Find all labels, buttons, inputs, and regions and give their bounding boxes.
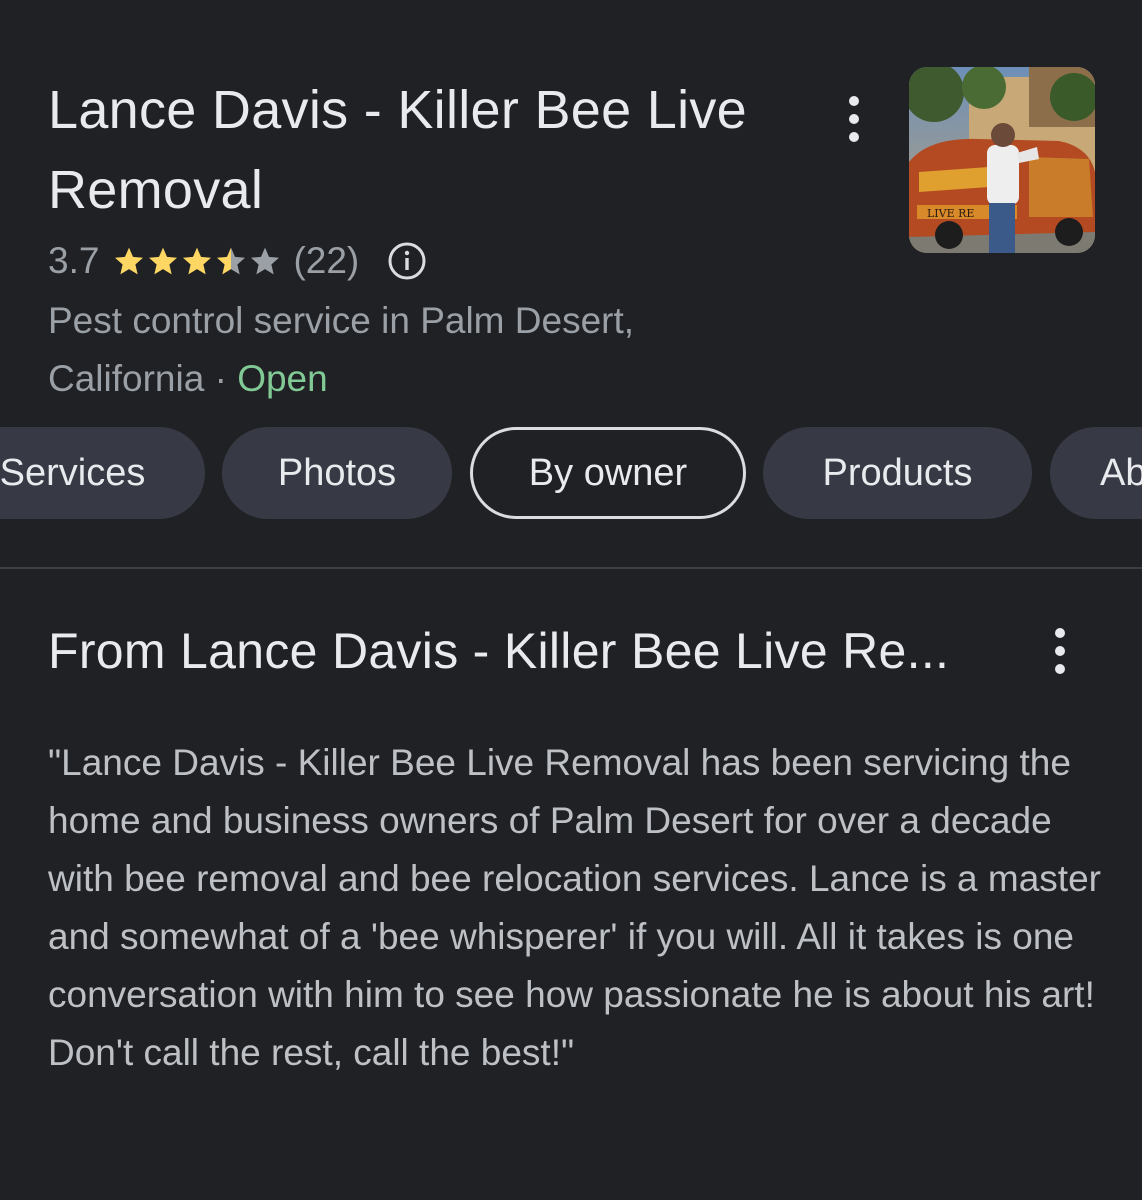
half-star-icon xyxy=(217,247,246,275)
empty-star-icon xyxy=(251,247,280,275)
star-icon xyxy=(115,247,144,275)
rating-row: 3.7 (22) xyxy=(48,236,427,286)
tab-products[interactable]: Products xyxy=(763,427,1032,519)
divider xyxy=(0,567,1142,569)
category-text: Pest control service in Palm Desert, Cal… xyxy=(48,300,635,399)
business-category: Pest control service in Palm Desert, Cal… xyxy=(48,292,748,408)
separator: · xyxy=(214,358,227,399)
tab-photos[interactable]: Photos xyxy=(222,427,452,519)
business-title: Lance Davis - Killer Bee Live Removal xyxy=(48,80,748,220)
owner-description: "Lance Davis - Killer Bee Live Removal h… xyxy=(48,742,1101,1073)
open-status: Open xyxy=(237,358,328,399)
review-count[interactable]: (22) xyxy=(293,240,359,282)
section-title: From Lance Davis - Killer Bee Live Re... xyxy=(48,623,950,679)
tab-about[interactable]: Ab xyxy=(1050,427,1142,519)
thumbnail-banner-text: LIVE RE xyxy=(927,207,974,220)
rating-stars xyxy=(113,245,283,277)
star-icon xyxy=(183,247,212,275)
tab-services[interactable]: Services xyxy=(0,427,205,519)
business-thumbnail[interactable]: LIVE RE xyxy=(909,67,1095,253)
rating-value: 3.7 xyxy=(48,240,100,281)
tab-by-owner[interactable]: By owner xyxy=(470,427,746,519)
tab-chips: Services Photos By owner Products Ab xyxy=(0,427,1142,521)
more-options-icon[interactable] xyxy=(834,96,874,142)
info-icon[interactable] xyxy=(387,241,427,281)
star-icon xyxy=(149,247,178,275)
section-more-options-icon[interactable] xyxy=(1042,628,1078,674)
